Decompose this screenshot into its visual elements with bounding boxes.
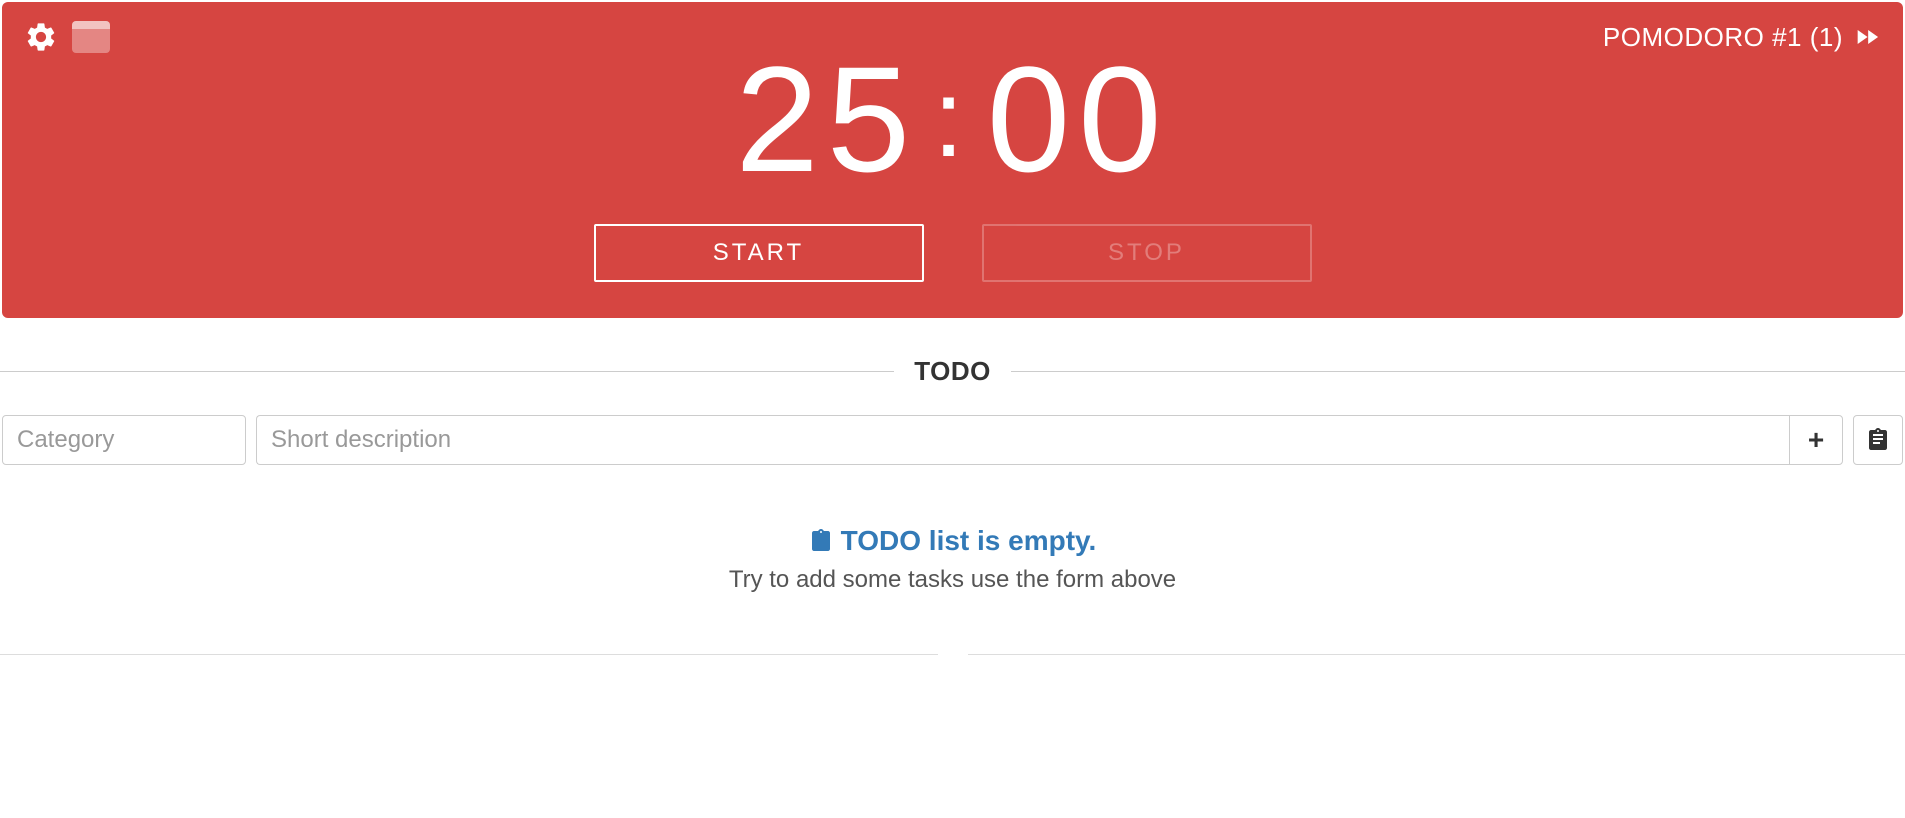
divider-left: [0, 371, 894, 372]
clipboard-icon: [1866, 427, 1890, 453]
bottom-dividers: [0, 654, 1905, 655]
todo-input-row: +: [0, 415, 1905, 465]
empty-title-row: TODO list is empty.: [809, 525, 1097, 557]
timer-display: 25:00: [24, 44, 1881, 194]
window-button[interactable]: [72, 21, 110, 53]
todo-section: TODO + TODO list is empty. Try to add so…: [0, 356, 1905, 655]
description-input[interactable]: [256, 415, 1789, 465]
start-button[interactable]: START: [594, 224, 924, 282]
plus-icon: +: [1808, 424, 1824, 456]
timer-buttons: START STOP: [24, 224, 1881, 282]
clipboard-button[interactable]: [1853, 415, 1903, 465]
top-left-controls: [24, 20, 110, 54]
divider-right: [1011, 371, 1905, 372]
category-input[interactable]: [2, 415, 246, 465]
timer-panel: POMODORO #1 (1) 25:00 START STOP: [2, 2, 1903, 318]
empty-title-text: TODO list is empty.: [841, 525, 1097, 557]
timer-minutes: 25: [735, 35, 918, 203]
stop-button[interactable]: STOP: [982, 224, 1312, 282]
top-right-info: POMODORO #1 (1): [1603, 22, 1881, 53]
add-task-button[interactable]: +: [1789, 415, 1843, 465]
todo-header: TODO: [0, 356, 1905, 387]
clipboard-icon: [809, 527, 833, 555]
session-label: POMODORO #1 (1): [1603, 22, 1843, 53]
empty-state: TODO list is empty. Try to add some task…: [0, 525, 1905, 594]
timer-separator: :: [933, 57, 972, 180]
fast-forward-icon: [1853, 23, 1881, 51]
description-group: +: [256, 415, 1843, 465]
timer-seconds: 00: [987, 35, 1170, 203]
todo-title: TODO: [894, 356, 1011, 387]
empty-subtitle: Try to add some tasks use the form above: [0, 566, 1905, 594]
bottom-divider-left: [0, 654, 938, 655]
settings-button[interactable]: [24, 20, 58, 54]
skip-button[interactable]: [1853, 23, 1881, 51]
window-icon: [72, 21, 110, 53]
gear-icon: [24, 20, 58, 54]
bottom-divider-right: [968, 654, 1905, 655]
